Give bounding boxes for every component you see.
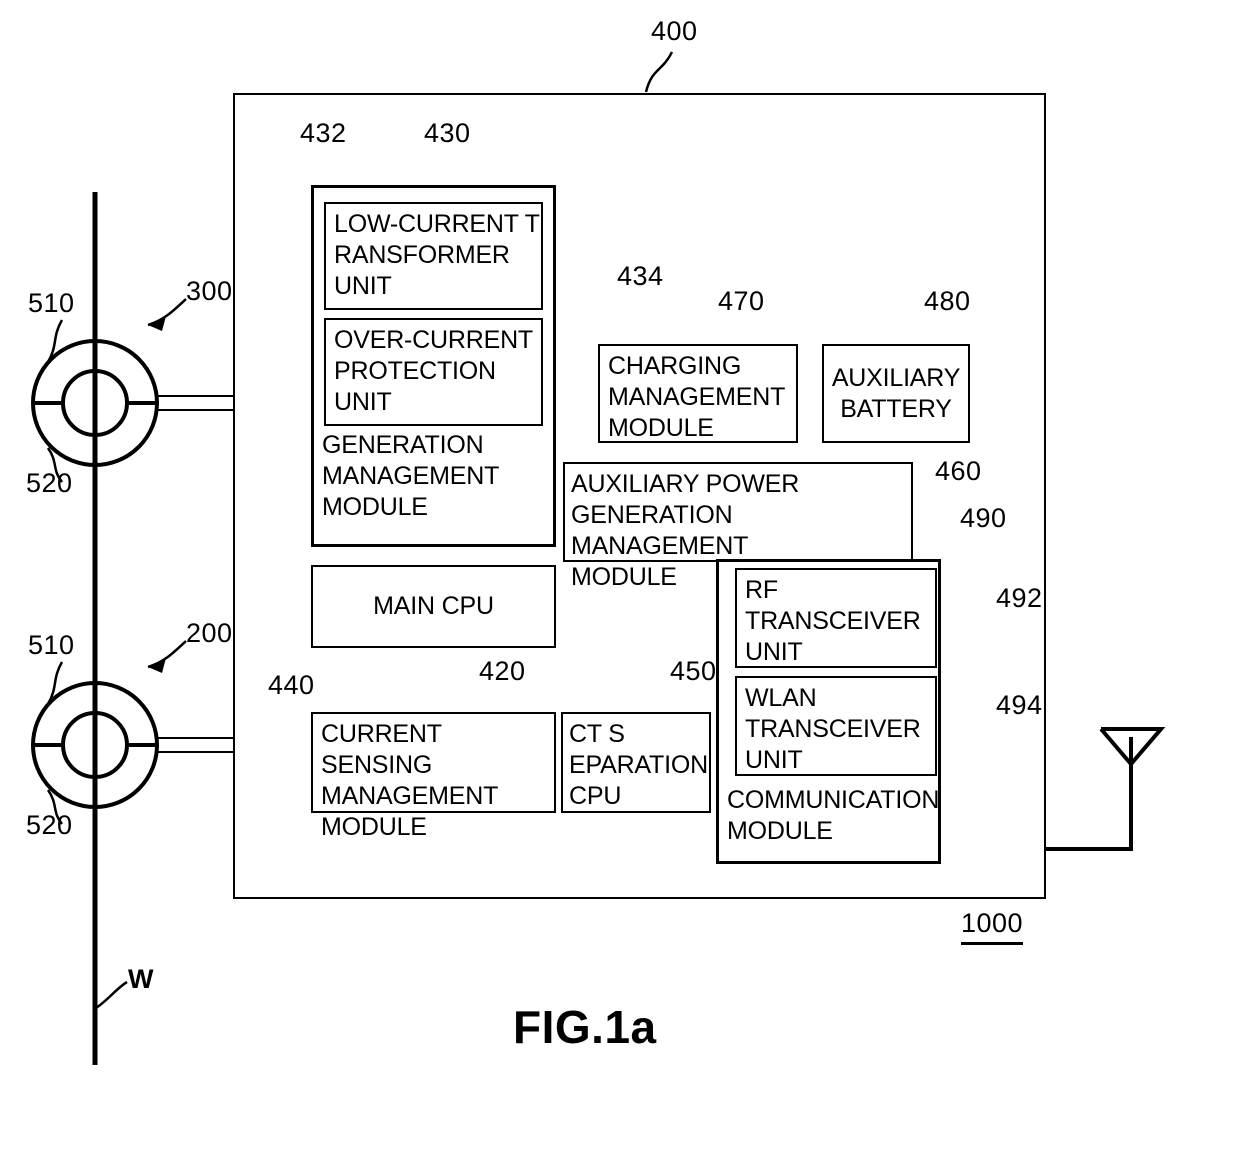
ref-460: 460 — [935, 456, 982, 486]
current-sensing-management-module-label: CURRENT SENSING MANAGEMENT MODULE — [321, 720, 499, 841]
leader-300 — [147, 298, 187, 327]
charging-management-module-label: CHARGING MANAGEMENT MODULE — [608, 352, 786, 442]
ref-510-lower: 510 — [28, 630, 75, 660]
leader-200 — [147, 640, 187, 669]
charging-management-module[interactable]: CHARGING MANAGEMENT MODULE — [598, 344, 798, 443]
ref-520-lower: 520 — [26, 810, 73, 840]
ref-494: 494 — [996, 690, 1043, 720]
current-sensing-management-module[interactable]: CURRENT SENSING MANAGEMENT MODULE — [311, 712, 556, 841]
ref-300: 300 — [186, 276, 233, 306]
communication-module-label: COMMUNICATION MODULE — [727, 786, 940, 845]
wlan-transceiver-unit[interactable]: WLAN TRANSCEIVER UNIT — [735, 676, 937, 776]
over-current-protection-unit-label: OVER-CURRENT PROTECTION UNIT — [334, 326, 533, 416]
main-cpu[interactable]: MAIN CPU — [311, 565, 556, 648]
ref-470: 470 — [718, 286, 765, 316]
ref-440: 440 — [268, 670, 315, 700]
ref-420: 420 — [479, 656, 526, 686]
ref-480: 480 — [924, 286, 971, 316]
rf-transceiver-unit-label: RF TRANSCEIVER UNIT — [745, 576, 921, 666]
over-current-protection-unit[interactable]: OVER-CURRENT PROTECTION UNIT — [324, 318, 543, 426]
ref-490: 490 — [960, 503, 1007, 533]
ref-430: 430 — [424, 118, 471, 148]
ref-450: 450 — [670, 656, 717, 686]
wire-label-w: W — [128, 964, 154, 994]
ref-492: 492 — [996, 583, 1043, 613]
auxiliary-battery-label: AUXILIARY BATTERY — [831, 363, 961, 423]
ref-520-upper: 520 — [26, 468, 73, 498]
ct-separation-cpu-label: CT S EPARATION CPU — [569, 720, 708, 810]
antenna-feedline — [1046, 737, 1133, 851]
ref-434: 434 — [617, 261, 664, 291]
ct-separation-cpu[interactable]: CT S EPARATION CPU — [561, 712, 711, 813]
leader-400 — [644, 51, 674, 93]
auxiliary-battery[interactable]: AUXILIARY BATTERY — [822, 344, 970, 443]
ref-510-upper: 510 — [28, 288, 75, 318]
rf-transceiver-unit[interactable]: RF TRANSCEIVER UNIT — [735, 568, 937, 668]
ref-200: 200 — [186, 618, 233, 648]
low-current-transformer-unit[interactable]: LOW-CURRENT T RANSFORMER UNIT — [324, 202, 543, 310]
low-current-transformer-unit-label: LOW-CURRENT T RANSFORMER UNIT — [334, 210, 540, 300]
ref-400: 400 — [651, 16, 698, 46]
figure-caption: FIG.1a — [513, 1001, 657, 1053]
system-ref-1000: 1000 — [961, 910, 1024, 945]
patent-figure-1a: POWER GENERATION MANAGEMENT MODULE LOW-C… — [0, 0, 1240, 1169]
auxiliary-power-generation-management-module[interactable]: AUXILIARY POWER GENERATION MANAGEMENT MO… — [563, 462, 913, 591]
wlan-transceiver-unit-label: WLAN TRANSCEIVER UNIT — [745, 684, 921, 774]
main-cpu-label: MAIN CPU — [373, 592, 494, 620]
leader-w — [95, 980, 128, 1010]
ref-432: 432 — [300, 118, 347, 148]
